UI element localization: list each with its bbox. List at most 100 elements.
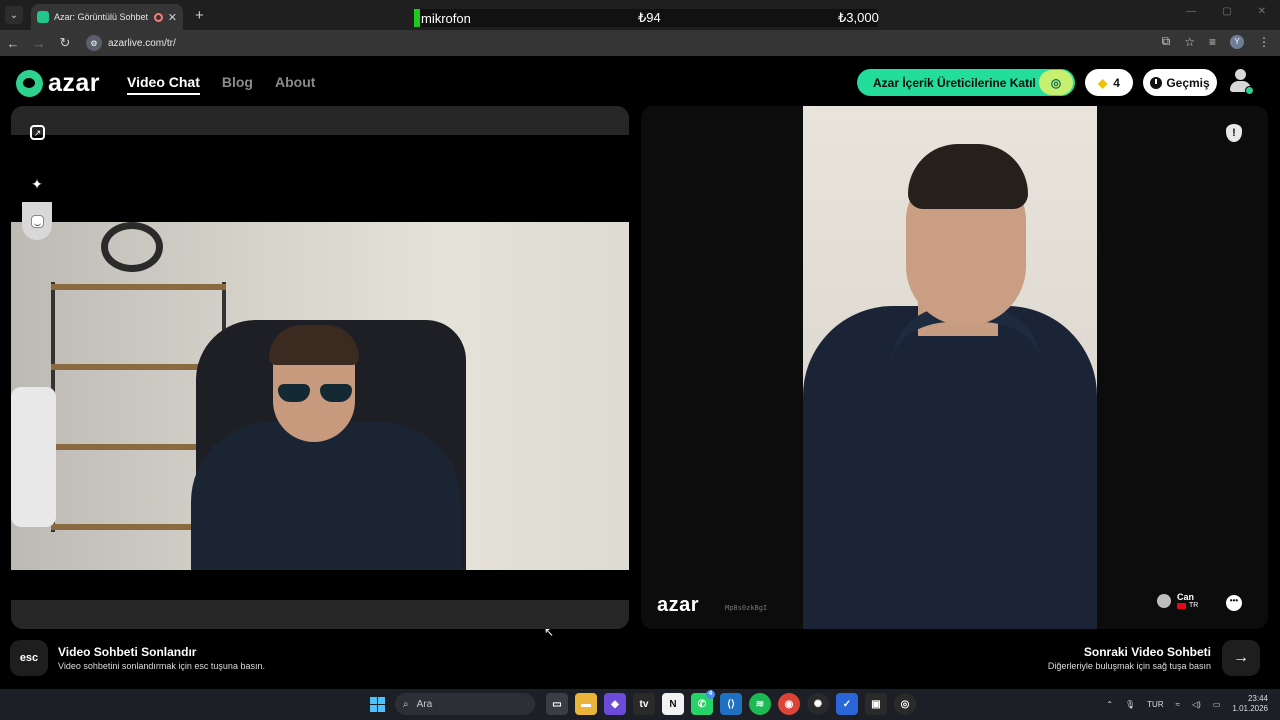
address-bar: ← → ↻ ⚙ azarlive.com/tr/ ⧉ ☆ ≡ Y ⋮ bbox=[0, 30, 1280, 56]
notes-app-icon[interactable]: ◆ bbox=[604, 693, 626, 715]
shelf-board bbox=[51, 284, 226, 290]
todo-icon[interactable]: ✓ bbox=[836, 693, 858, 715]
volume-icon[interactable]: ◁) bbox=[1192, 700, 1201, 709]
face-filter-icon bbox=[30, 214, 44, 228]
expand-icon[interactable]: ↗ bbox=[30, 125, 45, 140]
bookmark-star-icon[interactable]: ☆ bbox=[1184, 35, 1195, 49]
history-button[interactable]: Geçmiş bbox=[1143, 69, 1217, 96]
address-bar-actions: ⧉ ☆ ≡ Y ⋮ bbox=[1162, 34, 1270, 49]
end-chat-esc-button[interactable]: esc bbox=[10, 640, 48, 676]
vscode-icon[interactable]: ⟨⟩ bbox=[720, 693, 742, 715]
partner-video-panel: ! azar Mp8s0zkBgI Can TR ••• bbox=[641, 106, 1268, 629]
azar-logo[interactable]: azar bbox=[16, 69, 100, 98]
nav-blog[interactable]: Blog bbox=[222, 74, 253, 95]
whatsapp-icon[interactable]: ✆ 4 bbox=[691, 690, 715, 715]
media-controls-icon[interactable]: ≡ bbox=[1209, 35, 1216, 49]
site-info-icon[interactable]: ⚙ bbox=[86, 35, 102, 51]
clock-icon bbox=[1150, 76, 1163, 89]
partner-hair bbox=[908, 144, 1028, 209]
history-label: Geçmiş bbox=[1166, 75, 1210, 90]
reload-icon[interactable]: ↻ bbox=[52, 35, 78, 51]
end-chat-title: Video Sohbeti Sonlandır bbox=[58, 645, 197, 659]
report-shield-icon[interactable]: ! bbox=[1226, 124, 1242, 142]
wifi-icon[interactable]: ≈ bbox=[1176, 700, 1180, 709]
partner-user-info[interactable]: Can TR bbox=[1157, 592, 1198, 609]
minimize-icon[interactable]: — bbox=[1186, 6, 1196, 17]
creator-badge-icon: ◎ bbox=[1039, 70, 1073, 95]
window-controls: — ▢ ✕ bbox=[1186, 6, 1266, 17]
tab-title: Azar: Görüntülü Sohbet & V bbox=[54, 12, 149, 22]
system-tray: ⌃ 🎙 TUR ≈ ◁) ▭ 23:44 1.01.2026 bbox=[1106, 694, 1268, 714]
chat-bubble-icon[interactable]: ••• bbox=[1226, 595, 1242, 611]
next-chat-arrow-button[interactable]: → bbox=[1222, 640, 1260, 676]
turkey-flag-icon bbox=[1177, 602, 1186, 609]
task-view-icon[interactable]: ▭ bbox=[546, 693, 568, 715]
self-video-frame bbox=[11, 135, 629, 600]
chat-controls-footer: esc Video Sohbeti Sonlandır Video sohbet… bbox=[0, 637, 1280, 689]
clock[interactable]: 23:44 1.01.2026 bbox=[1232, 694, 1268, 714]
close-window-icon[interactable]: ✕ bbox=[1258, 6, 1266, 17]
chatgpt-icon[interactable]: ✺ bbox=[807, 693, 829, 715]
partner-country: TR bbox=[1177, 602, 1198, 609]
forward-icon[interactable]: → bbox=[26, 36, 52, 51]
tab-search-icon[interactable]: ⌄ bbox=[5, 6, 23, 24]
chrome-icon[interactable]: ◉ bbox=[778, 693, 800, 715]
spotify-icon[interactable]: ≋ bbox=[749, 693, 771, 715]
clock-date: 1.01.2026 bbox=[1232, 704, 1268, 713]
nav-about[interactable]: About bbox=[275, 74, 315, 95]
azar-page: azar Video Chat Blog About Azar İçerik Ü… bbox=[0, 58, 1280, 689]
face-filter-button[interactable] bbox=[22, 202, 52, 240]
input-language[interactable]: TUR bbox=[1147, 700, 1163, 709]
windows-taskbar: ⌕ Ara ▭ ▬ ◆ tv N ✆ 4 ⟨⟩ ≋ ◉ ✺ ✓ ▣ ◎ ⌃ 🎙 T… bbox=[0, 689, 1280, 720]
self-video-panel: ↗ ✦ bbox=[11, 106, 629, 629]
install-app-icon[interactable]: ⧉ bbox=[1162, 34, 1171, 49]
stream-overlay: mikrofon ₺94 ₺3,000 bbox=[414, 9, 879, 27]
windows-start-icon[interactable] bbox=[366, 693, 388, 715]
clock-time: 23:44 bbox=[1247, 694, 1268, 703]
new-tab-icon[interactable]: + bbox=[195, 7, 204, 24]
next-chat-description: Diğerleriyle buluşmak için sağ tuşa bası… bbox=[1047, 661, 1211, 671]
taskbar-apps: ⌕ Ara ▭ ▬ ◆ tv N ✆ 4 ⟨⟩ ≋ ◉ ✺ ✓ ▣ ◎ bbox=[366, 690, 916, 715]
url-text[interactable]: azarlive.com/tr/ bbox=[108, 38, 176, 49]
azar-logo-icon bbox=[16, 70, 43, 97]
back-icon[interactable]: ← bbox=[0, 36, 26, 51]
file-explorer-icon[interactable]: ▬ bbox=[575, 693, 597, 715]
package-app-icon[interactable]: ▣ bbox=[865, 693, 887, 715]
gem-icon: ◆ bbox=[1098, 75, 1108, 90]
browser-menu-icon[interactable]: ⋮ bbox=[1258, 35, 1270, 49]
url-box[interactable]: ⚙ azarlive.com/tr/ bbox=[86, 35, 176, 51]
gems-button[interactable]: ◆ 4 bbox=[1085, 69, 1133, 96]
browser-tab[interactable]: Azar: Görüntülü Sohbet & V ✕ bbox=[31, 4, 183, 30]
gem-count: 4 bbox=[1113, 75, 1120, 90]
mic-level-bar bbox=[414, 9, 420, 27]
end-chat-description: Video sohbetini sonlandırmak için esc tu… bbox=[58, 661, 265, 671]
tray-expand-icon[interactable]: ⌃ bbox=[1106, 700, 1113, 709]
sparkle-effects-icon[interactable]: ✦ bbox=[29, 176, 45, 192]
nav-video-chat[interactable]: Video Chat bbox=[127, 74, 200, 95]
partner-camera-feed bbox=[803, 106, 1097, 629]
person-hair bbox=[269, 325, 359, 365]
recording-icon bbox=[153, 12, 163, 22]
whatsapp-badge: 4 bbox=[706, 690, 715, 699]
taskbar-search-placeholder: Ara bbox=[416, 698, 433, 710]
clothes-object bbox=[11, 387, 56, 527]
battery-icon[interactable]: ▭ bbox=[1213, 700, 1221, 709]
overlay-value-1: ₺94 bbox=[638, 10, 661, 25]
notion-icon[interactable]: N bbox=[662, 693, 684, 715]
azar-favicon-icon bbox=[37, 11, 49, 23]
join-creators-button[interactable]: Azar İçerik Üreticilerine Katıl ◎ bbox=[857, 69, 1075, 96]
obs-icon[interactable]: ◎ bbox=[894, 693, 916, 715]
search-icon: ⌕ bbox=[403, 698, 409, 710]
mouse-cursor-icon: ↖ bbox=[544, 625, 555, 639]
profile-avatar[interactable]: Y bbox=[1230, 34, 1244, 49]
taskbar-search[interactable]: ⌕ Ara bbox=[395, 693, 535, 715]
close-tab-icon[interactable]: ✕ bbox=[168, 11, 177, 24]
microphone-icon[interactable]: 🎙 bbox=[1125, 700, 1135, 709]
maximize-icon[interactable]: ▢ bbox=[1222, 6, 1231, 17]
online-status-dot bbox=[1245, 86, 1254, 95]
user-avatar[interactable] bbox=[1227, 67, 1255, 97]
watermark-logo: azar bbox=[657, 594, 700, 616]
apple-tv-icon[interactable]: tv bbox=[633, 693, 655, 715]
sunglasses bbox=[278, 384, 354, 404]
main-nav: Video Chat Blog About bbox=[127, 74, 315, 95]
